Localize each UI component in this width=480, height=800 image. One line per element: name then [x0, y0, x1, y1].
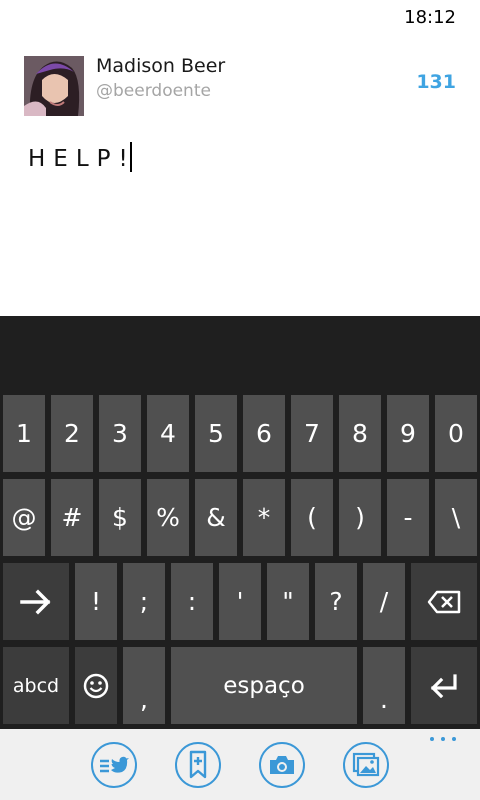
post-tweet-icon	[100, 756, 129, 773]
avatar-image	[24, 56, 84, 116]
key-1[interactable]: 1	[3, 395, 45, 472]
text-cursor	[129, 142, 132, 172]
key-hash[interactable]: #	[51, 479, 93, 556]
key-enter[interactable]	[411, 647, 477, 724]
add-hashtag-button[interactable]	[175, 742, 221, 788]
key-tab[interactable]	[3, 563, 69, 640]
key-question[interactable]: ?	[315, 563, 357, 640]
key-4[interactable]: 4	[147, 395, 189, 472]
key-quote[interactable]: "	[267, 563, 309, 640]
avatar[interactable]	[24, 56, 84, 116]
dot	[430, 737, 434, 741]
key-5[interactable]: 5	[195, 395, 237, 472]
key-at[interactable]: @	[3, 479, 45, 556]
dot	[452, 737, 456, 741]
key-emoji[interactable]	[75, 647, 117, 724]
key-0[interactable]: 0	[435, 395, 477, 472]
key-abc[interactable]: abcd	[3, 647, 69, 724]
camera-button[interactable]	[259, 742, 305, 788]
more-options-icon[interactable]	[430, 733, 456, 745]
status-time: 18:12	[404, 7, 456, 28]
key-backslash[interactable]: \	[435, 479, 477, 556]
compose-header: Madison Beer @beerdoente 131	[24, 55, 464, 116]
key-exclamation[interactable]: !	[75, 563, 117, 640]
key-slash[interactable]: /	[363, 563, 405, 640]
tweet-text: HELP!	[28, 146, 136, 172]
key-ampersand[interactable]: &	[195, 479, 237, 556]
key-space[interactable]: espaço	[171, 647, 357, 724]
tweet-text-input[interactable]: HELP!	[28, 142, 448, 182]
key-semicolon[interactable]: ;	[123, 563, 165, 640]
key-close-paren[interactable]: )	[339, 479, 381, 556]
arrow-right-icon	[20, 589, 51, 614]
key-asterisk[interactable]: *	[243, 479, 285, 556]
enter-icon	[430, 673, 457, 698]
key-percent[interactable]: %	[147, 479, 189, 556]
key-dollar[interactable]: $	[99, 479, 141, 556]
key-9[interactable]: 9	[387, 395, 429, 472]
dot	[441, 737, 445, 741]
status-bar: 18:12	[0, 0, 480, 34]
key-8[interactable]: 8	[339, 395, 381, 472]
smiley-icon	[83, 673, 109, 698]
post-tweet-button[interactable]	[91, 742, 137, 788]
key-comma[interactable]: ,	[123, 647, 165, 724]
on-screen-keyboard: 1 2 3 4 5 6 7 8 9 0 @ # $ % & * ( ) - \ …	[0, 316, 480, 729]
key-period[interactable]: .	[363, 647, 405, 724]
picture-gallery-icon	[352, 752, 380, 777]
key-6[interactable]: 6	[243, 395, 285, 472]
key-apostrophe[interactable]: '	[219, 563, 261, 640]
author-name: Madison Beer	[96, 55, 226, 77]
key-7[interactable]: 7	[291, 395, 333, 472]
app-bar	[0, 729, 480, 800]
backspace-icon	[427, 590, 461, 613]
key-3[interactable]: 3	[99, 395, 141, 472]
camera-icon	[270, 756, 294, 774]
add-hashtag-icon	[189, 750, 207, 779]
author-handle: @beerdoente	[96, 81, 211, 101]
photo-gallery-button[interactable]	[343, 742, 389, 788]
key-open-paren[interactable]: (	[291, 479, 333, 556]
key-2[interactable]: 2	[51, 395, 93, 472]
character-count: 131	[416, 71, 456, 93]
key-hyphen[interactable]: -	[387, 479, 429, 556]
keyboard-suggestion-strip	[0, 316, 480, 390]
key-backspace[interactable]	[411, 563, 477, 640]
key-colon[interactable]: :	[171, 563, 213, 640]
